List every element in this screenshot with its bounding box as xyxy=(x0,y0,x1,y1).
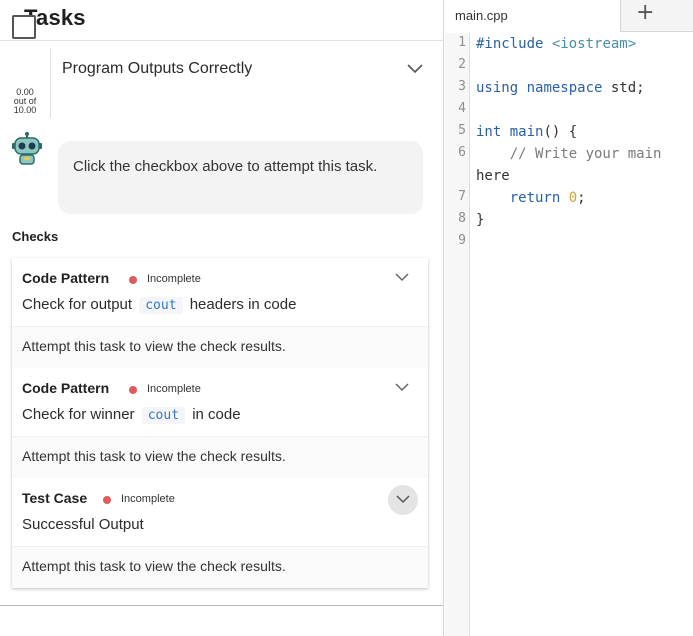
check-desc-text: in code xyxy=(192,406,241,423)
chevron-down-icon[interactable] xyxy=(393,271,411,285)
check-card: Code Pattern Incomplete Check for output… xyxy=(12,258,428,368)
file-tab-label: main.cpp xyxy=(455,8,508,23)
check-description: Successful Output xyxy=(22,516,144,533)
line-number: 5 xyxy=(458,123,466,138)
chevron-down-button[interactable] xyxy=(388,485,418,515)
check-code-snippet: cout xyxy=(141,407,186,424)
score-divider xyxy=(50,48,51,118)
check-type: Code Pattern xyxy=(22,270,110,286)
check-result-area: Attempt this task to view the check resu… xyxy=(12,436,428,478)
check-result-area: Attempt this task to view the check resu… xyxy=(12,326,428,368)
line-number: 3 xyxy=(458,79,466,94)
line-number: 2 xyxy=(458,57,466,72)
status-dot-icon xyxy=(129,386,137,394)
line-number-gutter: 1 2 3 4 5 6 7 8 9 xyxy=(445,33,470,636)
check-desc-text: Successful Output xyxy=(22,516,144,533)
check-header[interactable]: Test Case Incomplete Successful Output xyxy=(12,478,428,546)
check-desc-text: headers in code xyxy=(189,296,297,313)
score-max: 10.00 xyxy=(13,105,37,115)
check-status: Incomplete xyxy=(147,273,201,285)
chevron-down-icon[interactable] xyxy=(393,381,411,395)
code-line: // Write your main xyxy=(476,146,662,162)
check-description: Check for winner cout in code xyxy=(22,406,241,424)
task-title[interactable]: Program Outputs Correctly xyxy=(62,60,252,78)
code-line: return 0; xyxy=(509,190,586,206)
code-line: int main() { xyxy=(476,124,578,140)
check-type: Test Case xyxy=(22,490,88,506)
robot-avatar-icon xyxy=(12,132,42,165)
line-number: 9 xyxy=(458,233,466,248)
check-desc-text: Check for output xyxy=(22,296,133,313)
code-line: } xyxy=(476,212,485,228)
check-status: Incomplete xyxy=(121,493,175,505)
task-attempt-checkbox[interactable] xyxy=(12,15,36,39)
checks-list: Code Pattern Incomplete Check for output… xyxy=(12,258,428,588)
panel-divider xyxy=(0,605,443,606)
editor-tabbar: main.cpp + xyxy=(445,0,693,32)
chevron-down-icon xyxy=(396,495,410,504)
check-header[interactable]: Code Pattern Incomplete Check for output… xyxy=(12,258,428,326)
code-line: #include <iostream> xyxy=(476,36,637,52)
check-result-text: Attempt this task to view the check resu… xyxy=(22,338,286,354)
check-status: Incomplete xyxy=(147,383,201,395)
check-description: Check for output cout headers in code xyxy=(22,296,296,314)
check-card: Test Case Incomplete Successful Output A… xyxy=(12,478,428,588)
tasks-panel: Tasks 0.00 out of 10.00 Program Outputs … xyxy=(0,0,444,636)
check-result-text: Attempt this task to view the check resu… xyxy=(22,558,286,574)
line-number: 8 xyxy=(458,211,466,226)
check-type: Code Pattern xyxy=(22,380,110,396)
file-tab-main-cpp[interactable]: main.cpp xyxy=(445,0,621,32)
code-editor: main.cpp + 1 2 3 4 5 6 7 8 9 #include <i… xyxy=(445,0,693,636)
status-dot-icon xyxy=(129,276,137,284)
check-header[interactable]: Code Pattern Incomplete Check for winner… xyxy=(12,368,428,436)
code-line: using namespace std; xyxy=(476,80,645,96)
code-text-area[interactable]: #include <iostream> using namespace std;… xyxy=(476,33,693,636)
checks-heading: Checks xyxy=(12,229,59,244)
line-number: 7 xyxy=(458,189,466,204)
plus-icon: + xyxy=(636,0,655,25)
check-card: Code Pattern Incomplete Check for winner… xyxy=(12,368,428,478)
check-desc-text: Check for winner xyxy=(22,406,135,423)
task-score: 0.00 out of 10.00 xyxy=(6,88,44,115)
check-result-area: Attempt this task to view the check resu… xyxy=(12,546,428,588)
assistant-message: Click the checkbox above to attempt this… xyxy=(58,141,423,214)
chevron-down-icon[interactable] xyxy=(405,61,425,77)
check-code-snippet: cout xyxy=(139,297,183,314)
line-number: 4 xyxy=(458,101,466,116)
tasks-header: Tasks xyxy=(0,0,443,41)
line-number: 6 xyxy=(458,145,466,160)
check-result-text: Attempt this task to view the check resu… xyxy=(22,448,286,464)
add-tab-button[interactable]: + xyxy=(621,0,693,32)
code-line: here xyxy=(476,168,510,184)
line-number: 1 xyxy=(458,35,466,50)
status-dot-icon xyxy=(103,496,111,504)
